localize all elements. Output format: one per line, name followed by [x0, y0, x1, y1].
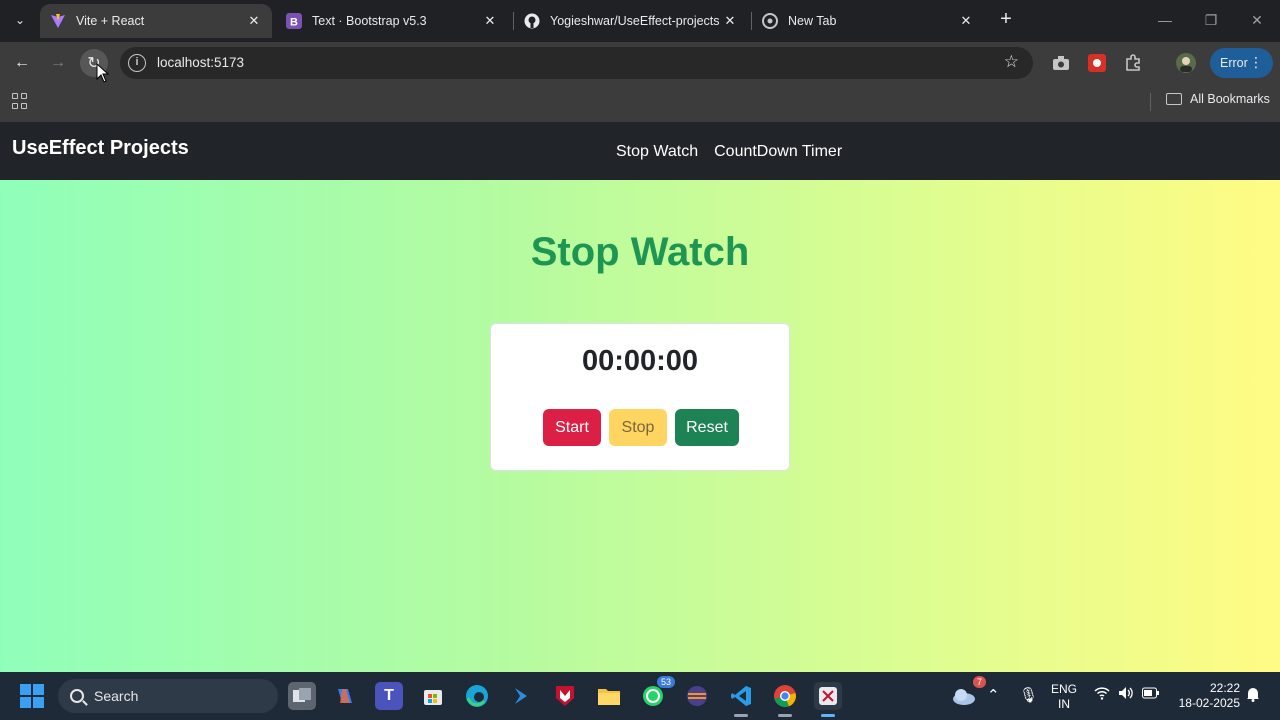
- tab-title: Text · Bootstrap v5.3: [312, 14, 427, 28]
- file-explorer-icon[interactable]: [595, 682, 623, 710]
- stopwatch-card: 00:00:00 Start Stop Reset: [490, 323, 790, 471]
- github-icon: [524, 13, 540, 29]
- weather-badge: 7: [972, 676, 986, 688]
- start-button[interactable]: Start: [543, 409, 601, 446]
- clock-date: 18-02-2025: [1178, 696, 1240, 710]
- chrome-taskbar-icon[interactable]: [771, 682, 799, 710]
- teams-icon[interactable]: T: [375, 682, 403, 710]
- tab-vite-react[interactable]: Vite + React ✕: [40, 4, 272, 38]
- web-page: UseEffect Projects Stop Watch CountDown …: [0, 122, 1280, 672]
- bookmarks-bar: All Bookmarks: [0, 84, 1280, 122]
- profile-avatar[interactable]: [1175, 52, 1197, 74]
- copilot-icon[interactable]: [331, 682, 359, 710]
- volume-icon[interactable]: [1118, 686, 1134, 704]
- tab-new-tab[interactable]: New Tab ✕: [752, 4, 984, 38]
- page-title: Stop Watch: [530, 230, 750, 274]
- nav-links: Stop Watch CountDown Timer: [616, 143, 842, 161]
- reset-button[interactable]: Reset: [675, 409, 739, 446]
- chevron-up-icon[interactable]: ⌃: [987, 686, 1000, 704]
- kebab-menu-icon: ⋮: [1249, 54, 1263, 70]
- whatsapp-badge: 53: [656, 676, 675, 688]
- time-display: 00:00:00: [581, 345, 699, 377]
- mcafee-icon[interactable]: [551, 682, 579, 710]
- language-line1: ENG: [1050, 682, 1077, 696]
- stop-button[interactable]: Stop: [609, 409, 667, 446]
- address-bar[interactable]: i localhost:5173 ☆: [120, 47, 1033, 79]
- windows-taskbar: Search T 53 7 ⌃ 🎙 ENG IN 22:22 18-02-202…: [0, 672, 1280, 720]
- chrome-icon: [762, 13, 778, 29]
- task-view-icon[interactable]: [288, 682, 316, 710]
- app-navbar: UseEffect Projects Stop Watch CountDown …: [0, 122, 1280, 180]
- error-button[interactable]: Error ⋮: [1210, 48, 1273, 78]
- tab-strip: ⌄ Vite + React ✕ B Text · Bootstrap v5.3…: [0, 0, 1280, 42]
- close-window-icon[interactable]: ✕: [1245, 8, 1269, 32]
- edge-icon[interactable]: [463, 682, 491, 710]
- search-icon: [70, 689, 84, 703]
- snipping-running-indicator: [821, 714, 835, 717]
- mouse-cursor-icon: [96, 63, 110, 83]
- windows-start-icon[interactable]: [20, 684, 44, 708]
- extension-red-icon[interactable]: [1086, 52, 1108, 74]
- vscode-icon[interactable]: [727, 682, 755, 710]
- folder-icon: [1166, 93, 1182, 105]
- power-automate-icon[interactable]: [507, 682, 535, 710]
- weather-icon[interactable]: 7: [950, 676, 986, 710]
- close-icon[interactable]: ✕: [246, 13, 262, 29]
- chrome-running-indicator: [778, 714, 792, 717]
- wifi-icon[interactable]: [1094, 686, 1110, 704]
- close-icon[interactable]: ✕: [482, 13, 498, 29]
- address-url[interactable]: localhost:5173: [157, 55, 244, 70]
- clock-time: 22:22: [1209, 681, 1240, 695]
- taskbar-search-label: Search: [94, 688, 139, 704]
- arrow-right-icon: →: [50, 54, 66, 71]
- tab-title: Vite + React: [76, 14, 145, 28]
- bootstrap-icon: B: [286, 13, 302, 29]
- microphone-icon[interactable]: 🎙: [1019, 686, 1038, 704]
- notification-bell-icon[interactable]: [1246, 686, 1260, 706]
- tab-github[interactable]: Yogieshwar/UseEffect-projects ✕: [514, 4, 748, 38]
- tab-title: Yogieshwar/UseEffect-projects: [550, 14, 720, 28]
- battery-icon[interactable]: [1142, 686, 1160, 703]
- arrow-left-icon: ←: [14, 54, 30, 71]
- all-bookmarks-button[interactable]: All Bookmarks: [1166, 92, 1270, 106]
- tab-title: New Tab: [788, 14, 837, 28]
- all-bookmarks-label: All Bookmarks: [1190, 92, 1270, 106]
- browser-toolbar: ← → ↻ i localhost:5173 ☆ Error ⋮: [0, 42, 1280, 84]
- nav-link-countdown-timer[interactable]: CountDown Timer: [714, 143, 842, 161]
- clock[interactable]: 22:22 18-02-2025: [1170, 681, 1240, 711]
- forward-button[interactable]: →: [44, 49, 72, 77]
- taskbar-search[interactable]: Search: [58, 679, 278, 713]
- error-label: Error: [1220, 56, 1248, 70]
- nav-link-stop-watch[interactable]: Stop Watch: [616, 143, 698, 161]
- camera-icon[interactable]: [1050, 52, 1072, 74]
- eclipse-icon[interactable]: [683, 682, 711, 710]
- bookmarks-separator: [1150, 93, 1151, 111]
- whatsapp-icon[interactable]: 53: [639, 676, 675, 710]
- button-group: Start Stop Reset: [543, 409, 739, 446]
- tab-bootstrap[interactable]: B Text · Bootstrap v5.3 ✕: [276, 4, 508, 38]
- vscode-running-indicator: [734, 714, 748, 717]
- svg-text:B: B: [290, 17, 298, 29]
- apps-grid-icon[interactable]: [12, 93, 28, 109]
- vite-icon: [50, 13, 66, 29]
- close-icon[interactable]: ✕: [722, 13, 738, 29]
- language-indicator[interactable]: ENG IN: [1046, 682, 1082, 712]
- chevron-down-icon: ⌄: [14, 13, 26, 27]
- back-button[interactable]: ←: [8, 49, 36, 77]
- language-line2: IN: [1058, 697, 1070, 711]
- new-tab-button[interactable]: +: [996, 9, 1016, 30]
- info-icon[interactable]: i: [128, 54, 146, 72]
- close-icon[interactable]: ✕: [958, 13, 974, 29]
- restore-icon[interactable]: ❐: [1199, 8, 1223, 32]
- puzzle-icon[interactable]: [1122, 52, 1144, 74]
- star-icon[interactable]: ☆: [1004, 52, 1019, 72]
- minimize-icon[interactable]: —: [1153, 8, 1177, 32]
- snipping-tool-icon[interactable]: [814, 682, 842, 710]
- tab-search-button[interactable]: ⌄: [8, 8, 32, 32]
- microsoft-store-icon[interactable]: [419, 682, 447, 710]
- navbar-brand[interactable]: UseEffect Projects: [12, 137, 189, 160]
